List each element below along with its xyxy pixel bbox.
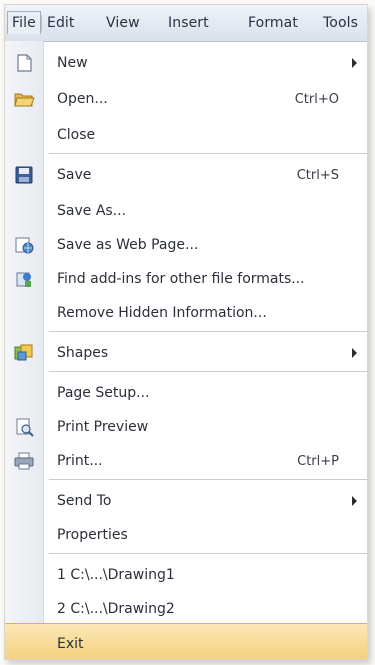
menu-divider <box>49 479 367 481</box>
menu-item-label: Print... <box>57 453 103 469</box>
menu-item-save-as-web-page[interactable]: Save as Web Page... <box>5 227 367 263</box>
menu-item-exit[interactable]: Exit <box>5 623 367 659</box>
shortcut-text: Ctrl+P <box>297 454 339 469</box>
shapes-icon <box>13 343 35 363</box>
menu-bar: File Edit View Insert Format Tools <box>5 5 367 42</box>
menu-item-label: Print Preview <box>57 419 149 435</box>
menu-divider <box>49 331 367 333</box>
menu-item-save-as[interactable]: Save As... <box>5 193 367 229</box>
submenu-arrow-icon <box>352 348 357 358</box>
menu-item-label: Send To <box>57 493 112 509</box>
menu-item-label: New <box>57 55 88 71</box>
menu-item-recent-file-2[interactable]: 2 C:\...\Drawing2 <box>5 591 367 627</box>
menu-item-label: Remove Hidden Information... <box>57 305 267 321</box>
menu-divider <box>49 553 367 555</box>
menu-window: File Edit View Insert Format Tools New O… <box>4 4 368 660</box>
menu-file[interactable]: File <box>7 11 41 34</box>
shortcut-text: Ctrl+O <box>294 92 339 107</box>
save-disk-icon <box>13 165 35 185</box>
menu-item-find-add-ins[interactable]: Find add-ins for other file formats... <box>5 261 367 297</box>
menu-separator <box>41 15 42 31</box>
new-document-icon <box>13 53 35 73</box>
menu-item-label: Save <box>57 167 92 183</box>
menu-edit[interactable]: Edit <box>47 15 75 31</box>
menu-format[interactable]: Format <box>248 15 298 31</box>
menu-item-remove-hidden-information[interactable]: Remove Hidden Information... <box>5 295 367 331</box>
menu-item-print-preview[interactable]: Print Preview <box>5 409 367 445</box>
submenu-arrow-icon <box>352 58 357 68</box>
menu-item-recent-file-1[interactable]: 1 C:\...\Drawing1 <box>5 557 367 593</box>
open-folder-icon <box>13 89 35 109</box>
menu-item-label: Close <box>57 127 96 143</box>
menu-item-label: Exit <box>57 636 84 652</box>
add-ins-icon <box>13 269 35 289</box>
menu-item-shapes[interactable]: Shapes <box>5 335 367 371</box>
menu-item-label: Page Setup... <box>57 385 150 401</box>
menu-item-label: 1 C:\...\Drawing1 <box>57 567 175 583</box>
menu-item-properties[interactable]: Properties <box>5 517 367 553</box>
menu-item-label: Open... <box>57 91 108 107</box>
menu-insert[interactable]: Insert <box>168 15 209 31</box>
web-page-icon <box>13 235 35 255</box>
menu-item-send-to[interactable]: Send To <box>5 483 367 519</box>
menu-item-open[interactable]: Open... Ctrl+O <box>5 81 367 117</box>
menu-item-save[interactable]: Save Ctrl+S <box>5 157 367 193</box>
menu-item-label: Find add-ins for other file formats... <box>57 271 305 287</box>
menu-item-close[interactable]: Close <box>5 117 367 153</box>
printer-icon <box>13 451 35 471</box>
menu-item-label: Save as Web Page... <box>57 237 199 253</box>
menu-item-print[interactable]: Print... Ctrl+P <box>5 443 367 479</box>
menu-view[interactable]: View <box>106 15 140 31</box>
menu-item-label: Shapes <box>57 345 109 361</box>
menu-item-label: 2 C:\...\Drawing2 <box>57 601 175 617</box>
menu-divider <box>49 153 367 155</box>
menu-divider <box>49 371 367 373</box>
print-preview-icon <box>13 417 35 437</box>
menu-item-new[interactable]: New <box>5 45 367 81</box>
submenu-arrow-icon <box>352 496 357 506</box>
shortcut-text: Ctrl+S <box>296 168 339 183</box>
menu-item-label: Save As... <box>57 203 127 219</box>
menu-item-label: Properties <box>57 527 128 543</box>
menu-item-page-setup[interactable]: Page Setup... <box>5 375 367 411</box>
menu-tools[interactable]: Tools <box>323 15 358 31</box>
